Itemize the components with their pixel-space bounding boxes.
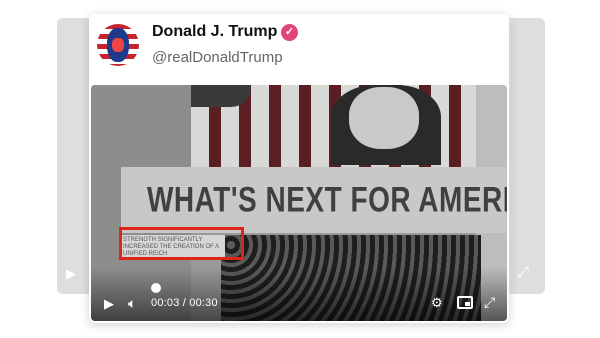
verified-badge-icon: ✓	[281, 24, 298, 41]
account-name[interactable]: Donald J. Trump	[152, 23, 277, 41]
gear-icon[interactable]: ⚙	[431, 295, 443, 311]
volume-icon[interactable]: 🔈︎	[128, 295, 136, 312]
time-display: 00:03 / 00:30	[151, 297, 218, 309]
play-icon[interactable]: ▶	[104, 296, 114, 312]
video-headline: WHAT'S NEXT FOR AMERICA?	[147, 180, 507, 219]
picture-in-picture-icon[interactable]	[457, 296, 473, 309]
background-fullscreen-icon: ⤢	[517, 264, 530, 281]
background-card-left-edge	[57, 18, 91, 294]
video-controls-bar	[91, 267, 507, 321]
video-raised-hand	[191, 85, 251, 107]
account-handle[interactable]: @realDonaldTrump	[152, 49, 283, 66]
avatar[interactable]	[97, 24, 139, 66]
progress-scrubber[interactable]	[151, 283, 161, 293]
post-card: Donald J. Trump ✓ @realDonaldTrump WHAT'…	[89, 14, 509, 323]
highlight-box	[119, 227, 244, 260]
background-play-icon: ▶	[66, 266, 76, 281]
fullscreen-icon[interactable]: ⤢	[484, 294, 495, 311]
video-player[interactable]: WHAT'S NEXT FOR AMERICA? STRENGTH SIGNIF…	[91, 85, 507, 321]
background-card-right-edge	[511, 18, 545, 294]
video-person-head	[349, 87, 419, 149]
avatar-face	[107, 28, 129, 62]
